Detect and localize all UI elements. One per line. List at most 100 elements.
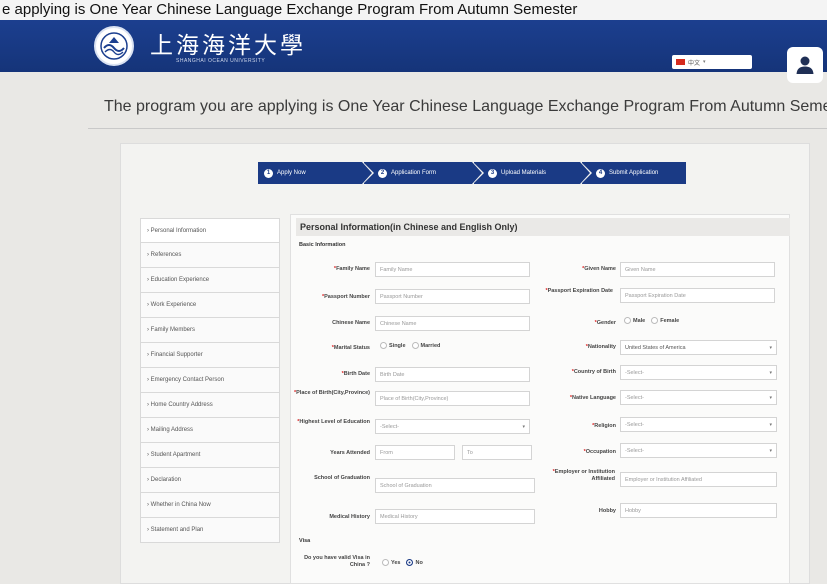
navbar: 上海海洋大學 SHANGHAI OCEAN UNIVERSITY 中文 ▾ xyxy=(0,20,827,83)
basic-information-heading: Basic Information xyxy=(299,242,346,248)
hobby-field[interactable]: Hobby xyxy=(620,503,777,518)
gender-female-radio[interactable]: Female xyxy=(651,317,679,324)
user-icon xyxy=(796,56,814,74)
sidebar-item-home-country-address[interactable]: › Home Country Address xyxy=(140,393,280,418)
sidebar-item-statement-and-plan[interactable]: › Statement and Plan xyxy=(140,518,280,543)
form-section-sidebar: › Personal Information › References › Ed… xyxy=(140,218,280,543)
top-strip-text: e applying is One Year Chinese Language … xyxy=(2,1,578,18)
form-title: Personal Information(in Chinese and Engl… xyxy=(296,218,790,236)
sidebar-item-label: Emergency Contact Person xyxy=(150,377,225,383)
chevron-down-icon: ▾ xyxy=(769,421,772,428)
chinese-name-field[interactable]: Chinese Name xyxy=(375,316,530,331)
school-of-graduation-label: School of Graduation xyxy=(314,475,370,481)
sidebar-item-declaration[interactable]: › Declaration xyxy=(140,468,280,493)
user-account-button[interactable] xyxy=(787,47,823,83)
visa-no-radio[interactable]: No xyxy=(406,559,423,566)
passport-expiration-label: *Passport Expiration Date xyxy=(545,288,613,294)
highest-education-select[interactable]: -Select- ▾ xyxy=(375,419,530,434)
passport-expiration-field[interactable]: Passport Expiration Date xyxy=(620,288,775,303)
sidebar-item-whether-in-china-now[interactable]: › Whether in China Now xyxy=(140,493,280,518)
sidebar-item-label: Statement and Plan xyxy=(150,527,204,533)
sidebar-item-label: Student Apartment xyxy=(150,452,201,458)
step-upload-materials[interactable]: 3 Upload Materials xyxy=(474,162,592,184)
family-name-field[interactable]: Family Name xyxy=(375,262,530,277)
visa-heading: Visa xyxy=(299,538,311,544)
employer-label: *Employer or Institution Affiliated xyxy=(552,469,615,482)
school-of-graduation-field[interactable]: School of Graduation xyxy=(375,478,535,493)
sidebar-item-emergency-contact[interactable]: › Emergency Contact Person xyxy=(140,368,280,393)
birth-date-field[interactable]: Birth Date xyxy=(375,367,530,382)
step-apply-now[interactable]: 1 Apply Now xyxy=(258,162,374,184)
birth-date-label: *Birth Date xyxy=(341,371,370,377)
given-name-field[interactable]: Given Name xyxy=(620,262,775,277)
passport-number-field[interactable]: Passport Number xyxy=(375,289,530,304)
step-submit-application[interactable]: 4 Submit Application xyxy=(582,162,686,184)
religion-select[interactable]: -Select- ▾ xyxy=(620,417,777,432)
gender-radio-group: Male Female xyxy=(624,317,679,324)
chevron-down-icon: ▾ xyxy=(769,447,772,454)
sidebar-item-label: Personal Information xyxy=(150,227,207,234)
sidebar-item-family-members[interactable]: › Family Members xyxy=(140,318,280,343)
marital-married-radio[interactable]: Married xyxy=(411,342,440,349)
years-to-field[interactable]: To xyxy=(462,445,532,460)
brand-name-english: SHANGHAI OCEAN UNIVERSITY xyxy=(176,58,266,64)
step-number: 4 xyxy=(596,168,605,178)
medical-history-field[interactable]: Medical History xyxy=(375,509,535,524)
step-label: Apply Now xyxy=(277,170,306,176)
step-label: Submit Application xyxy=(609,170,659,176)
sidebar-item-label: References xyxy=(150,252,182,258)
marital-single-radio[interactable]: Single xyxy=(380,342,406,349)
marital-status-label: *Marital Status xyxy=(331,345,370,351)
visa-radio-group: Yes No xyxy=(382,559,423,566)
country-of-birth-select[interactable]: -Select- ▾ xyxy=(620,365,777,380)
university-logo-icon[interactable] xyxy=(94,26,134,66)
sidebar-item-financial-supporter[interactable]: › Financial Supporter xyxy=(140,343,280,368)
place-of-birth-label: *Place of Birth(City,Province) xyxy=(294,390,370,396)
program-title: The program you are applying is One Year… xyxy=(104,98,827,115)
sidebar-item-label: Whether in China Now xyxy=(150,502,211,508)
place-of-birth-field[interactable]: Place of Birth(City,Province) xyxy=(375,391,530,406)
native-language-label: *Native Language xyxy=(569,395,616,401)
employer-field[interactable]: Employer or Institution Affiliated xyxy=(620,472,777,487)
title-divider xyxy=(88,128,827,129)
visa-question-label: Do you have valid Visa in China ? xyxy=(304,555,370,568)
years-from-field[interactable]: From xyxy=(375,445,455,460)
chevron-down-icon: ▾ xyxy=(769,344,772,351)
occupation-label: *Occupation xyxy=(583,449,616,455)
sidebar-item-label: Education Experience xyxy=(150,277,210,283)
chevron-down-icon: ▾ xyxy=(522,423,525,430)
sidebar-item-label: Family Members xyxy=(150,327,196,333)
sidebar-item-label: Work Experience xyxy=(150,302,197,308)
native-language-select[interactable]: -Select- ▾ xyxy=(620,390,777,405)
sidebar-item-mailing-address[interactable]: › Mailing Address xyxy=(140,418,280,443)
top-strip: e applying is One Year Chinese Language … xyxy=(0,0,827,20)
medical-history-label: Medical History xyxy=(329,514,370,520)
gender-male-radio[interactable]: Male xyxy=(624,317,645,324)
brand-name-chinese[interactable]: 上海海洋大學 xyxy=(150,26,306,60)
sidebar-item-personal-information[interactable]: › Personal Information xyxy=(140,218,280,243)
passport-number-label: *Passport Number xyxy=(322,294,370,300)
language-select[interactable]: 中文 ▾ xyxy=(672,55,752,69)
family-name-label: *Family Name xyxy=(333,266,370,272)
sidebar-item-references[interactable]: › References xyxy=(140,243,280,268)
step-label: Upload Materials xyxy=(501,170,547,176)
progress-steps: 1 Apply Now 2 Application Form 3 Upload … xyxy=(258,162,686,184)
step-number: 3 xyxy=(488,168,497,178)
religion-label: *Religion xyxy=(592,423,616,429)
step-number: 2 xyxy=(378,168,387,178)
hobby-label: Hobby xyxy=(598,508,616,514)
nationality-label: *Nationality xyxy=(585,344,616,350)
sidebar-item-label: Home Country Address xyxy=(150,402,213,408)
chevron-down-icon: ▾ xyxy=(769,369,772,376)
sidebar-item-label: Financial Supporter xyxy=(150,352,203,358)
step-application-form[interactable]: 2 Application Form xyxy=(364,162,484,184)
sidebar-item-work-experience[interactable]: › Work Experience xyxy=(140,293,280,318)
years-attended-label: Years Attended xyxy=(330,450,370,456)
chinese-name-label: Chinese Name xyxy=(332,320,370,326)
visa-yes-radio[interactable]: Yes xyxy=(382,559,400,566)
sidebar-item-student-apartment[interactable]: › Student Apartment xyxy=(140,443,280,468)
sidebar-item-education-experience[interactable]: › Education Experience xyxy=(140,268,280,293)
nationality-select[interactable]: United States of America ▾ xyxy=(620,340,777,355)
occupation-select[interactable]: -Select- ▾ xyxy=(620,443,777,458)
china-flag-icon xyxy=(676,59,685,65)
